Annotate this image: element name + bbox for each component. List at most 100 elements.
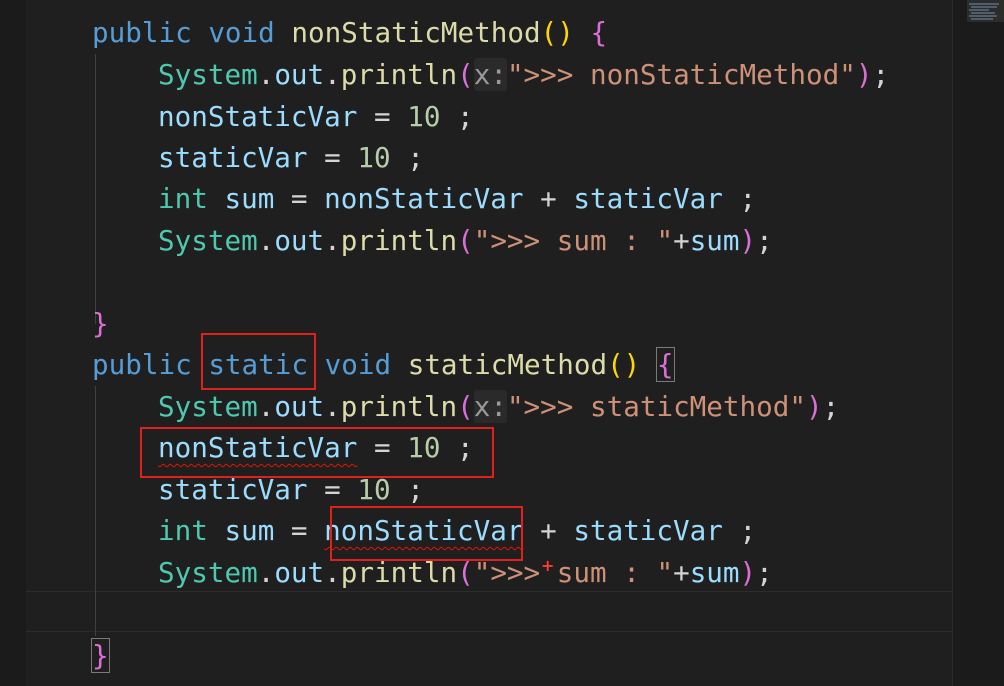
- error-token: nonStaticVar: [158, 431, 358, 464]
- code-token: (): [540, 16, 574, 49]
- minimap-line: [971, 18, 993, 20]
- code-token: out: [274, 58, 325, 91]
- code-line[interactable]: int sum = nonStaticVar + staticVar ;: [158, 510, 756, 551]
- code-token: (: [457, 390, 474, 423]
- code-token: nonStaticMethod: [291, 16, 541, 49]
- code-token: sum: [689, 224, 740, 257]
- code-token: public: [92, 16, 192, 49]
- minimap[interactable]: [952, 0, 1004, 686]
- code-token: +: [523, 182, 574, 215]
- code-token: ;: [440, 431, 474, 464]
- code-line[interactable]: staticVar = 10 ;: [158, 469, 424, 510]
- code-token: {: [590, 16, 608, 49]
- code-editor[interactable]: public void nonStaticMethod() {System.ou…: [0, 0, 1004, 686]
- code-line[interactable]: }: [91, 635, 110, 676]
- code-token: .: [324, 390, 341, 423]
- code-token: ): [855, 58, 873, 91]
- minimap-line: [969, 15, 997, 17]
- code-token: public: [92, 348, 192, 381]
- code-line[interactable]: System.out.println(x:">>> staticMethod")…: [158, 386, 839, 427]
- parameter-hint: x:: [473, 58, 507, 91]
- code-token: staticVar: [573, 514, 723, 547]
- code-token: 10: [357, 141, 391, 174]
- code-line[interactable]: int sum = nonStaticVar + staticVar ;: [158, 178, 756, 219]
- code-line[interactable]: nonStaticVar = 10 ;: [158, 96, 474, 137]
- code-token: ;: [722, 182, 757, 215]
- code-line[interactable]: nonStaticVar = 10 ;: [158, 427, 474, 468]
- minimap-line: [969, 3, 999, 5]
- code-token: sum: [224, 514, 275, 547]
- code-token: }: [91, 638, 110, 673]
- code-token: nonStaticVar: [324, 182, 524, 215]
- code-token: .: [324, 224, 341, 257]
- minimap-line: [971, 6, 997, 8]
- code-token: ;: [390, 141, 424, 174]
- code-token: ): [739, 224, 757, 257]
- code-token: staticMethod: [407, 348, 608, 381]
- editor-gutter[interactable]: [0, 0, 26, 686]
- annotation-plus-marker: +: [541, 556, 555, 575]
- code-token: System: [158, 224, 258, 257]
- code-token: ;: [756, 556, 773, 589]
- code-line[interactable]: System.out.println(">>> sum : "+sum);: [158, 552, 773, 593]
- code-line[interactable]: }: [92, 303, 109, 344]
- code-token: out: [274, 224, 325, 257]
- code-token: void: [324, 348, 392, 381]
- code-token: 10: [407, 100, 441, 133]
- code-token: int: [158, 514, 208, 547]
- code-line[interactable]: staticVar = 10 ;: [158, 137, 424, 178]
- code-token: staticVar: [158, 473, 308, 506]
- code-token: }: [92, 307, 109, 340]
- code-token: .: [257, 58, 275, 91]
- code-token: (: [457, 58, 474, 91]
- code-line[interactable]: public void nonStaticMethod() {: [92, 12, 607, 53]
- code-token: println: [340, 390, 458, 423]
- code-line[interactable]: System.out.println(x:">>> nonStaticMetho…: [158, 54, 889, 95]
- code-token: ;: [872, 58, 890, 91]
- code-token: {: [655, 347, 675, 382]
- code-token: =: [274, 182, 325, 215]
- code-token: 10: [357, 473, 391, 506]
- current-line-highlight: [26, 591, 952, 632]
- minimap-line: [969, 9, 989, 11]
- code-token: 10: [407, 431, 441, 464]
- code-token: println: [340, 556, 458, 589]
- code-area[interactable]: public void nonStaticMethod() {System.ou…: [26, 0, 952, 686]
- parameter-hint: x:: [473, 390, 507, 423]
- code-token: staticVar: [158, 141, 308, 174]
- code-token: println: [340, 224, 458, 257]
- code-token: =: [307, 473, 358, 506]
- code-token: System: [158, 556, 258, 589]
- code-token: ;: [756, 224, 773, 257]
- code-token: ">>> staticMethod": [506, 390, 806, 423]
- code-token: =: [307, 141, 358, 174]
- code-token: sum: [689, 556, 740, 589]
- code-token: ">>> sum : ": [473, 224, 674, 257]
- code-token: ;: [722, 514, 757, 547]
- code-token: void: [208, 16, 275, 49]
- code-token: static: [208, 348, 308, 381]
- code-token: ">>> sum : ": [473, 556, 674, 589]
- code-token: +: [523, 514, 574, 547]
- code-token: ;: [822, 390, 840, 423]
- code-token: (: [457, 224, 474, 257]
- code-token: =: [274, 514, 325, 547]
- code-token: System: [158, 58, 258, 91]
- code-line[interactable]: System.out.println(">>> sum : "+sum);: [158, 220, 773, 261]
- code-token: =: [357, 100, 408, 133]
- code-token: println: [340, 58, 458, 91]
- code-line[interactable]: public static void staticMethod() {: [92, 344, 675, 385]
- code-token: sum: [224, 182, 275, 215]
- error-token: nonStaticVar: [324, 514, 524, 547]
- code-token: ">>> nonStaticMethod": [506, 58, 856, 91]
- code-token: .: [324, 58, 341, 91]
- code-token: .: [257, 390, 275, 423]
